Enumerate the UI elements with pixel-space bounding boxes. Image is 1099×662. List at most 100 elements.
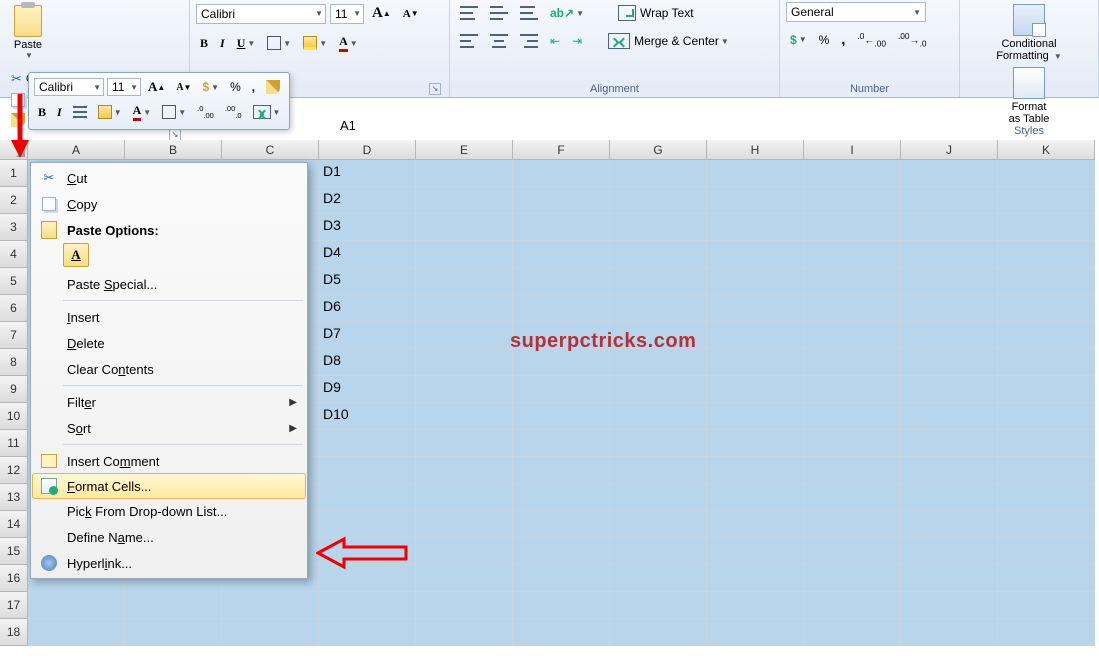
cell[interactable]: D4 bbox=[319, 241, 416, 268]
cell[interactable] bbox=[513, 511, 610, 538]
row-header[interactable]: 17 bbox=[0, 592, 28, 619]
ctx-sort[interactable]: Sort▶ bbox=[33, 415, 305, 441]
font-name-combo[interactable]: Calibri▼ bbox=[196, 4, 326, 24]
cell[interactable] bbox=[804, 403, 901, 430]
cell[interactable] bbox=[901, 457, 998, 484]
cell[interactable] bbox=[998, 376, 1095, 403]
cell[interactable] bbox=[901, 376, 998, 403]
cell[interactable] bbox=[610, 160, 707, 187]
align-middle-button[interactable] bbox=[486, 3, 512, 23]
mini-size-combo[interactable]: 11▼ bbox=[107, 78, 141, 96]
cell[interactable] bbox=[804, 592, 901, 619]
cell[interactable] bbox=[901, 322, 998, 349]
cell[interactable] bbox=[319, 592, 416, 619]
cell[interactable] bbox=[998, 403, 1095, 430]
cell[interactable] bbox=[416, 322, 513, 349]
cell[interactable] bbox=[513, 457, 610, 484]
cell[interactable] bbox=[901, 160, 998, 187]
cell[interactable] bbox=[610, 214, 707, 241]
row-header[interactable]: 1 bbox=[0, 160, 28, 187]
cell[interactable] bbox=[319, 457, 416, 484]
cell[interactable] bbox=[610, 484, 707, 511]
cell[interactable] bbox=[901, 349, 998, 376]
orientation-button[interactable]: ab↗▼ bbox=[546, 3, 588, 23]
format-as-table-button[interactable]: Formatas Table bbox=[1004, 65, 1054, 125]
cell[interactable] bbox=[804, 349, 901, 376]
cell[interactable] bbox=[416, 349, 513, 376]
row-header[interactable]: 9 bbox=[0, 376, 28, 403]
increase-decimal-button[interactable]: .0←.00 bbox=[853, 28, 890, 51]
cell[interactable] bbox=[901, 430, 998, 457]
cell[interactable] bbox=[513, 187, 610, 214]
formula-bar-content[interactable]: A1 bbox=[340, 118, 356, 133]
cell[interactable] bbox=[513, 241, 610, 268]
cell[interactable] bbox=[416, 295, 513, 322]
cell[interactable] bbox=[998, 511, 1095, 538]
cell[interactable] bbox=[998, 268, 1095, 295]
cell[interactable] bbox=[707, 349, 804, 376]
cell[interactable] bbox=[513, 160, 610, 187]
cell[interactable] bbox=[610, 538, 707, 565]
cell[interactable] bbox=[610, 592, 707, 619]
cell[interactable] bbox=[707, 430, 804, 457]
cell[interactable] bbox=[610, 511, 707, 538]
cell[interactable] bbox=[513, 268, 610, 295]
cell[interactable] bbox=[707, 511, 804, 538]
cell[interactable] bbox=[901, 295, 998, 322]
underline-button[interactable]: U▼ bbox=[233, 33, 260, 54]
cell[interactable] bbox=[319, 430, 416, 457]
cell[interactable] bbox=[28, 592, 125, 619]
align-top-button[interactable] bbox=[456, 3, 482, 23]
ctx-paste-special[interactable]: Paste Special... bbox=[33, 271, 305, 297]
font-size-combo[interactable]: 11▼ bbox=[330, 4, 364, 24]
cell[interactable] bbox=[804, 322, 901, 349]
cell[interactable] bbox=[222, 619, 319, 646]
mini-fill[interactable]: ▼ bbox=[94, 102, 126, 122]
column-header[interactable]: K bbox=[998, 140, 1095, 160]
cell[interactable] bbox=[416, 538, 513, 565]
cell[interactable]: D2 bbox=[319, 187, 416, 214]
cell[interactable] bbox=[707, 484, 804, 511]
cell[interactable] bbox=[707, 457, 804, 484]
cell[interactable] bbox=[513, 565, 610, 592]
mini-format-painter[interactable] bbox=[262, 77, 284, 97]
cell[interactable] bbox=[125, 619, 222, 646]
ctx-define-name[interactable]: Define Name... bbox=[33, 524, 305, 550]
cell[interactable] bbox=[610, 619, 707, 646]
paste-option-button[interactable]: A bbox=[63, 243, 89, 267]
column-header[interactable]: C bbox=[222, 140, 319, 160]
cell[interactable] bbox=[513, 214, 610, 241]
row-header[interactable]: 15 bbox=[0, 538, 28, 565]
row-header[interactable]: 12 bbox=[0, 457, 28, 484]
cell[interactable] bbox=[707, 592, 804, 619]
cell[interactable] bbox=[901, 565, 998, 592]
row-header[interactable]: 3 bbox=[0, 214, 28, 241]
cell[interactable] bbox=[416, 457, 513, 484]
cell[interactable] bbox=[610, 403, 707, 430]
column-header[interactable]: J bbox=[901, 140, 998, 160]
cell[interactable] bbox=[319, 511, 416, 538]
cell[interactable] bbox=[804, 160, 901, 187]
fill-color-button[interactable]: ▼ bbox=[299, 33, 331, 53]
align-bottom-button[interactable] bbox=[516, 3, 542, 23]
cell[interactable] bbox=[998, 160, 1095, 187]
cell[interactable] bbox=[416, 403, 513, 430]
ctx-hyperlink[interactable]: Hyperlink... bbox=[33, 550, 305, 576]
dialog-launcher-icon[interactable]: ↘ bbox=[429, 83, 441, 95]
cell[interactable] bbox=[707, 538, 804, 565]
cell[interactable] bbox=[804, 376, 901, 403]
cell[interactable] bbox=[998, 187, 1095, 214]
cell[interactable] bbox=[804, 241, 901, 268]
cell[interactable] bbox=[901, 403, 998, 430]
cell[interactable] bbox=[804, 484, 901, 511]
cell[interactable] bbox=[998, 538, 1095, 565]
cell[interactable] bbox=[901, 268, 998, 295]
mini-font-combo[interactable]: Calibri▼ bbox=[34, 78, 104, 96]
cell[interactable] bbox=[901, 241, 998, 268]
cell[interactable] bbox=[998, 214, 1095, 241]
cell[interactable] bbox=[416, 592, 513, 619]
ctx-pick-from-list[interactable]: Pick From Drop-down List... bbox=[33, 498, 305, 524]
cell[interactable] bbox=[901, 592, 998, 619]
cell[interactable] bbox=[707, 268, 804, 295]
cell[interactable] bbox=[610, 376, 707, 403]
